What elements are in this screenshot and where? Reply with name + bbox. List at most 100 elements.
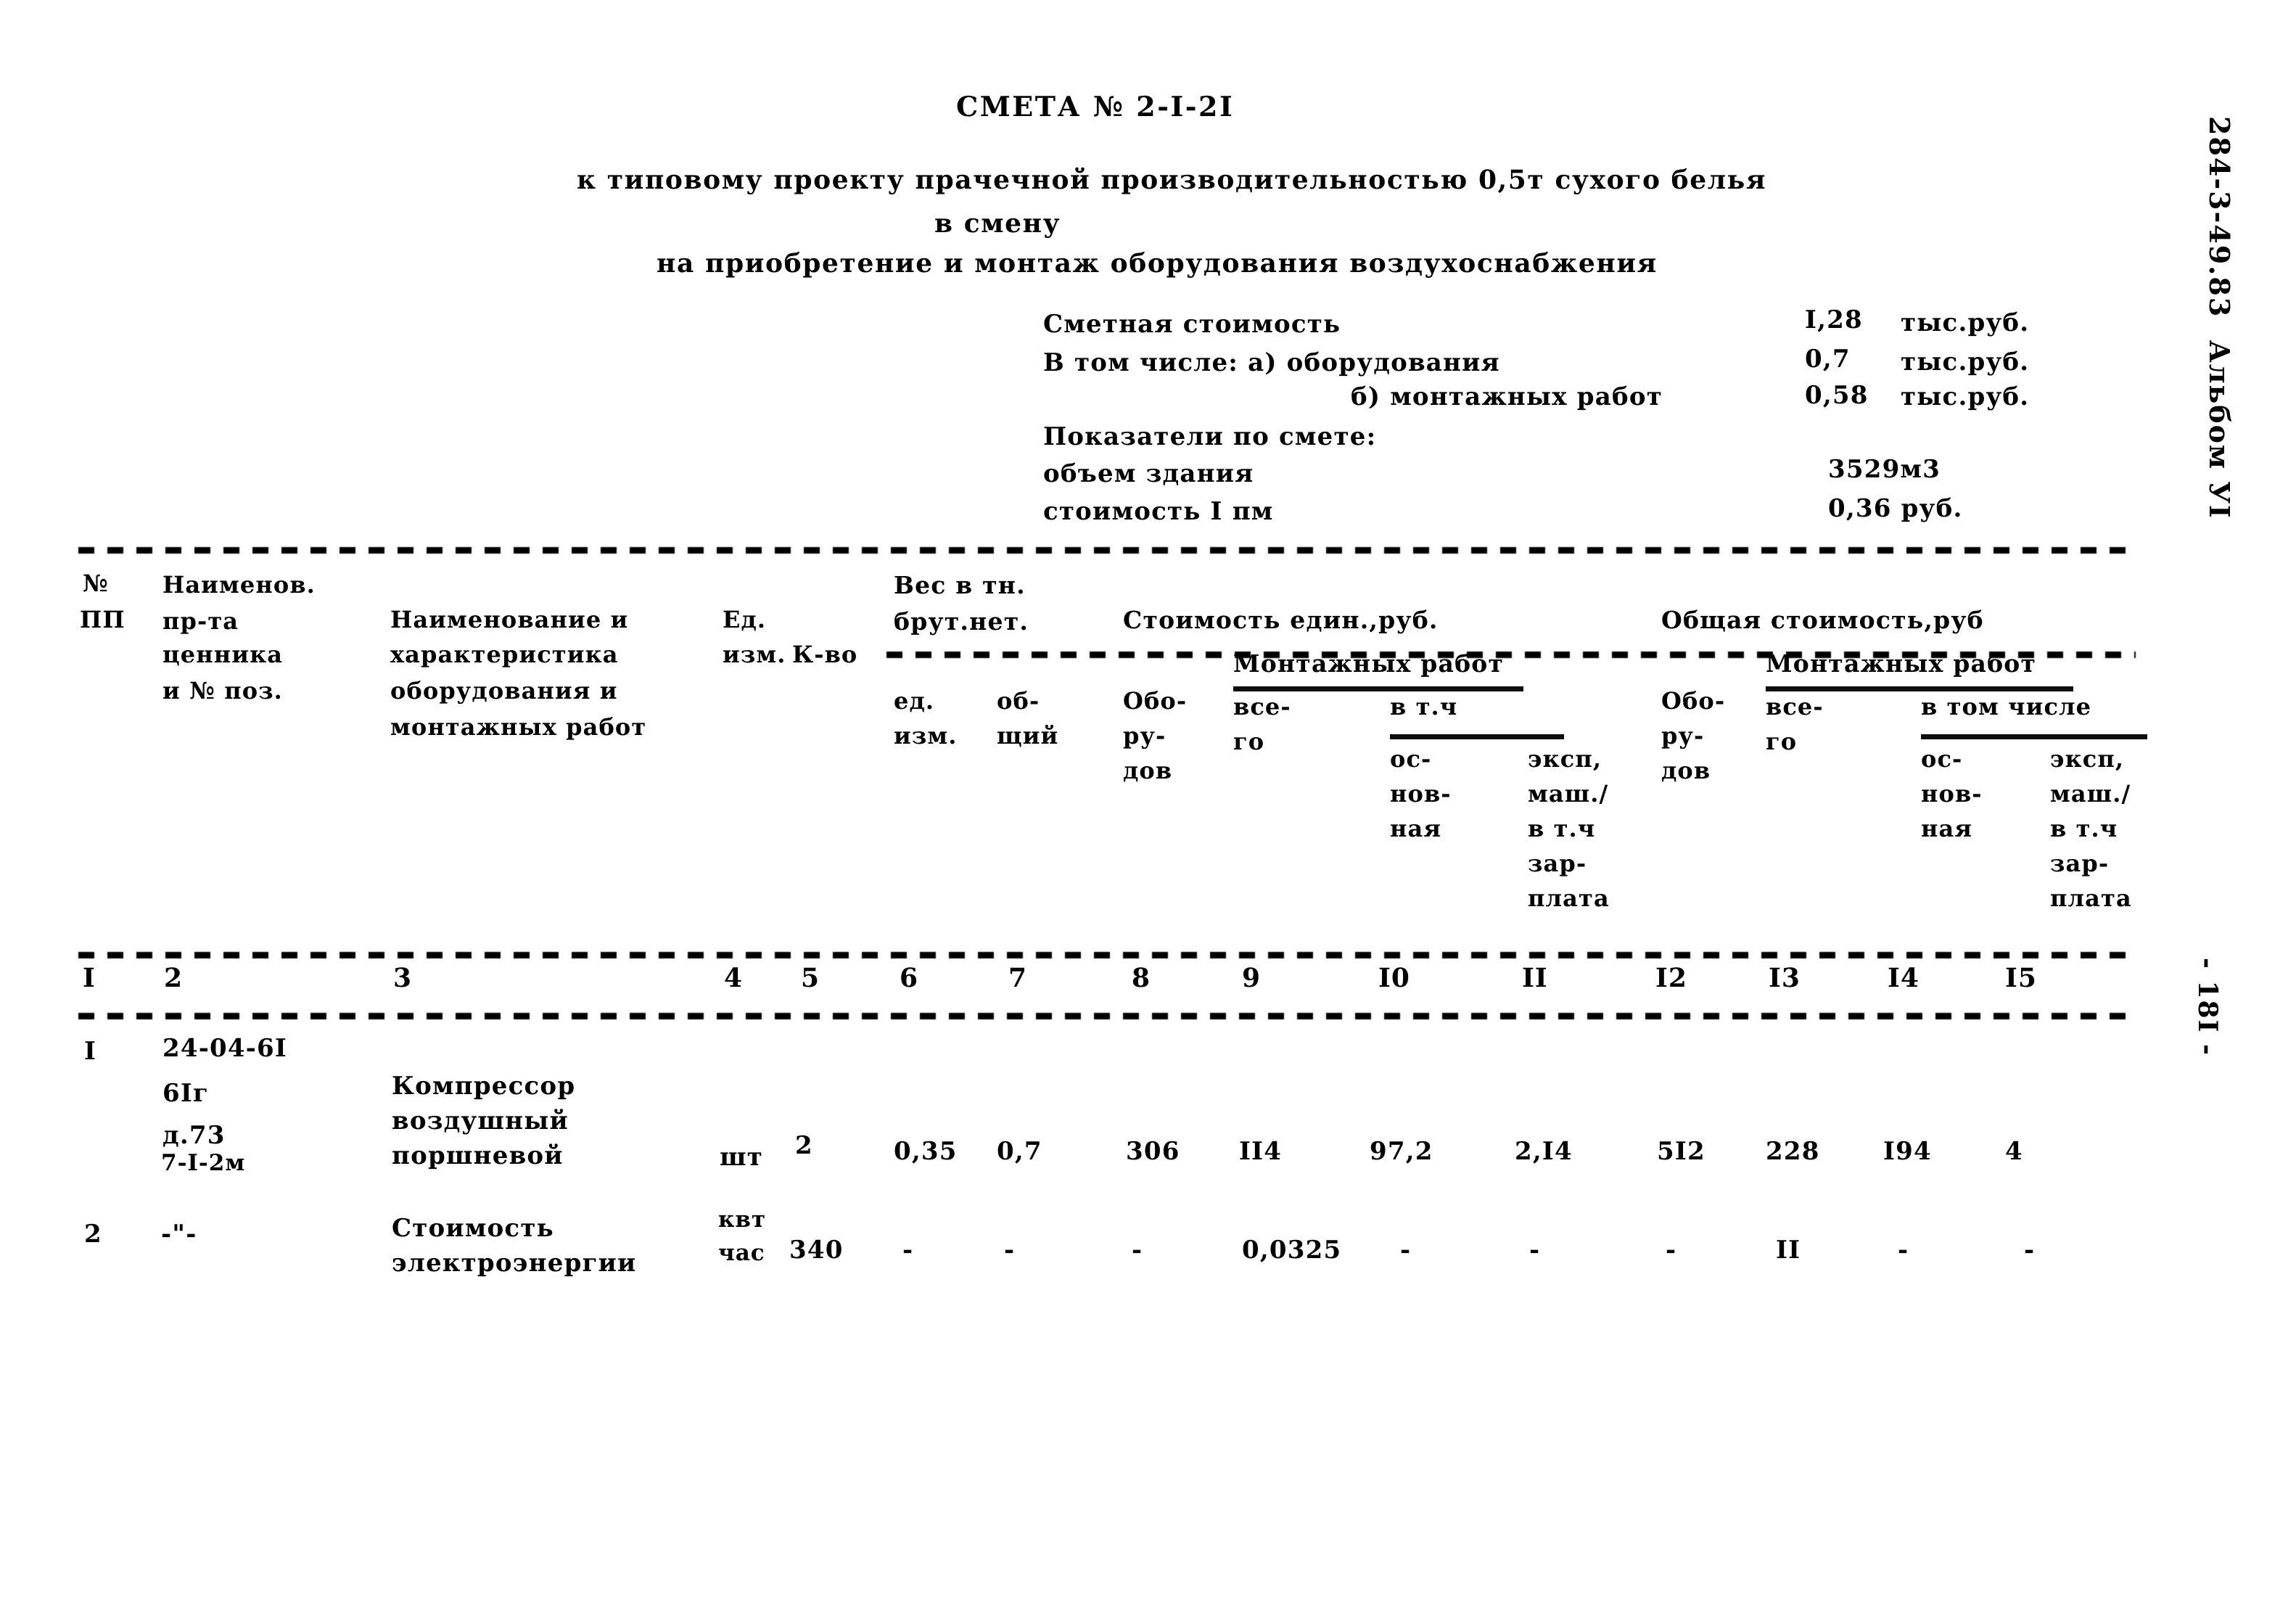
row2-unitcost-mounting-machine: - xyxy=(1529,1236,1541,1265)
header-col8-line2: ру- xyxy=(1123,722,1166,749)
summary-label-total: Сметная стоимость xyxy=(1043,310,1341,339)
row1-totalcost-mounting-total: 228 xyxy=(1766,1137,1820,1166)
column-number-15: I5 xyxy=(2005,963,2037,993)
header-col3-line1: Наименование и xyxy=(390,606,629,633)
row2-name-line1: Стоимость xyxy=(392,1214,554,1243)
header-col15-line5: плата xyxy=(2050,884,2132,912)
header-group-total-cost: Общая стоимость,руб xyxy=(1661,606,1984,634)
indicator-label-cost-per-m: стоимость I пм xyxy=(1043,497,1274,526)
header-col10-line2: нов- xyxy=(1390,780,1452,808)
row2-weight-unit: - xyxy=(902,1236,914,1265)
column-number-12: I2 xyxy=(1655,963,1687,993)
row1-name-line3: поршневой xyxy=(392,1141,564,1170)
header-col7-line2: щий xyxy=(997,722,1059,749)
row1-ref-line4: 7-I-2м xyxy=(161,1150,246,1176)
header-col4-line1: Ед. xyxy=(723,606,767,633)
header-col2-line3: ценника xyxy=(162,641,284,668)
table-colnum-bottom-rule xyxy=(78,1013,2139,1019)
column-number-4: 4 xyxy=(724,963,744,993)
header-col3-line4: монтажных работ xyxy=(390,713,647,741)
row2-name-line2: электроэнергии xyxy=(392,1249,637,1278)
column-number-10: I0 xyxy=(1378,963,1410,993)
row2-quantity: 340 xyxy=(789,1236,844,1265)
rule-under-vtch-unit xyxy=(1390,734,1564,739)
indicator-label-building-volume: объем здания xyxy=(1043,459,1254,488)
row1-quantity: 2 xyxy=(795,1131,813,1160)
column-number-14: I4 xyxy=(1888,963,1919,993)
row2-unit-line1: квт xyxy=(718,1207,767,1233)
row2-totalcost-equipment: - xyxy=(1666,1236,1677,1265)
row1-ref-line1: 24-04-6I xyxy=(162,1034,288,1063)
summary-value-mounting: 0,58 xyxy=(1805,381,1869,410)
rule-under-mounting-unit xyxy=(1233,686,1523,691)
row1-weight-total: 0,7 xyxy=(997,1137,1042,1166)
header-col13-line1: все- xyxy=(1766,693,1824,720)
summary-value-equipment: 0,7 xyxy=(1805,345,1851,374)
header-col7-line1: об- xyxy=(997,687,1040,715)
header-col8-line3: дов xyxy=(1123,757,1173,784)
row1-number: I xyxy=(84,1037,97,1066)
header-sub-vtch-total: в том числе xyxy=(1921,693,2092,720)
column-number-7: 7 xyxy=(1008,963,1028,993)
row1-weight-unit: 0,35 xyxy=(894,1137,958,1166)
document-subtitle-line-1: к типовому проекту прачечной производите… xyxy=(577,165,1767,195)
row2-unitcost-mounting-total: 0,0325 xyxy=(1242,1236,1342,1265)
column-number-3: 3 xyxy=(393,963,413,993)
row2-number: 2 xyxy=(84,1220,102,1249)
header-col15-line3: в т.ч xyxy=(2050,815,2118,842)
header-group-weight-line1: Вес в тн. xyxy=(894,571,1026,599)
header-col14-line1: ос- xyxy=(1921,745,1963,773)
header-col11-line4: зар- xyxy=(1528,850,1587,877)
row1-unitcost-equipment: 306 xyxy=(1126,1137,1180,1166)
row1-totalcost-mounting-machine: 4 xyxy=(2005,1137,2023,1166)
indicator-value-cost-per-m: 0,36 руб. xyxy=(1828,494,1963,523)
summary-value-total: I,28 xyxy=(1805,305,1863,334)
header-col10-line1: ос- xyxy=(1390,745,1432,773)
header-col11-line2: маш./ xyxy=(1528,780,1609,808)
header-col13-line2: го xyxy=(1766,728,1798,755)
summary-label-equipment: В том числе: а) оборудования xyxy=(1043,348,1500,377)
page-number-marker: - 18I - xyxy=(2192,958,2223,1056)
document-subtitle-line-2: в смену xyxy=(934,208,1061,239)
row1-unitcost-mounting-main: 97,2 xyxy=(1370,1137,1433,1166)
column-number-6: 6 xyxy=(900,963,919,993)
column-number-9: 9 xyxy=(1242,963,1262,993)
table-top-rule xyxy=(78,547,2139,554)
header-col6-line2: изм. xyxy=(894,722,958,749)
header-col4-line2: изм. xyxy=(723,641,786,668)
header-col6-line1: ед. xyxy=(894,687,935,715)
margin-album-code: 284-3-49.83 Альбом УI xyxy=(2203,116,2236,519)
header-group-unit-cost: Стоимость един.,руб. xyxy=(1123,606,1439,634)
header-col8-line1: Обо- xyxy=(1123,687,1188,715)
header-col1-line2: ПП xyxy=(80,606,126,633)
column-number-1: I xyxy=(83,963,96,993)
header-col12-line1: Обо- xyxy=(1661,687,1726,715)
header-col9-line2: го xyxy=(1233,728,1265,755)
summary-unit-equipment: тыс.руб. xyxy=(1901,348,2030,377)
row2-weight-total: - xyxy=(1004,1236,1016,1265)
row2-totalcost-mounting-total: II xyxy=(1776,1236,1801,1265)
header-col3-line2: характеристика xyxy=(390,641,619,668)
row2-unitcost-equipment: - xyxy=(1132,1236,1143,1265)
column-number-5: 5 xyxy=(801,963,820,993)
header-col2-line1: Наименов. xyxy=(162,571,316,599)
header-col10-line3: ная xyxy=(1390,815,1442,842)
table-colnum-top-rule xyxy=(78,952,2139,958)
row1-totalcost-mounting-main: I94 xyxy=(1883,1137,1932,1166)
header-sub-vtch-unit: в т.ч xyxy=(1390,693,1458,720)
row1-ref-line3: д.73 xyxy=(162,1121,226,1150)
header-col12-line3: дов xyxy=(1661,757,1711,784)
column-number-8: 8 xyxy=(1132,963,1151,993)
header-col15-line1: эксп, xyxy=(2050,745,2125,773)
row1-unitcost-mounting-total: II4 xyxy=(1239,1137,1283,1166)
header-col5-quantity: К-во xyxy=(792,641,858,668)
header-col3-line3: оборудования и xyxy=(390,677,618,705)
document-title: СМЕТА № 2-I-2I xyxy=(956,90,1235,123)
header-col12-line2: ру- xyxy=(1661,722,1705,749)
header-group-mounting-total: Монтажных работ xyxy=(1766,649,2037,678)
column-number-2: 2 xyxy=(164,963,184,993)
row2-totalcost-mounting-machine: - xyxy=(2024,1236,2036,1265)
row2-totalcost-mounting-main: - xyxy=(1898,1236,1909,1265)
rule-under-mounting-total xyxy=(1766,686,2073,691)
header-col2-line4: и № поз. xyxy=(162,677,283,705)
